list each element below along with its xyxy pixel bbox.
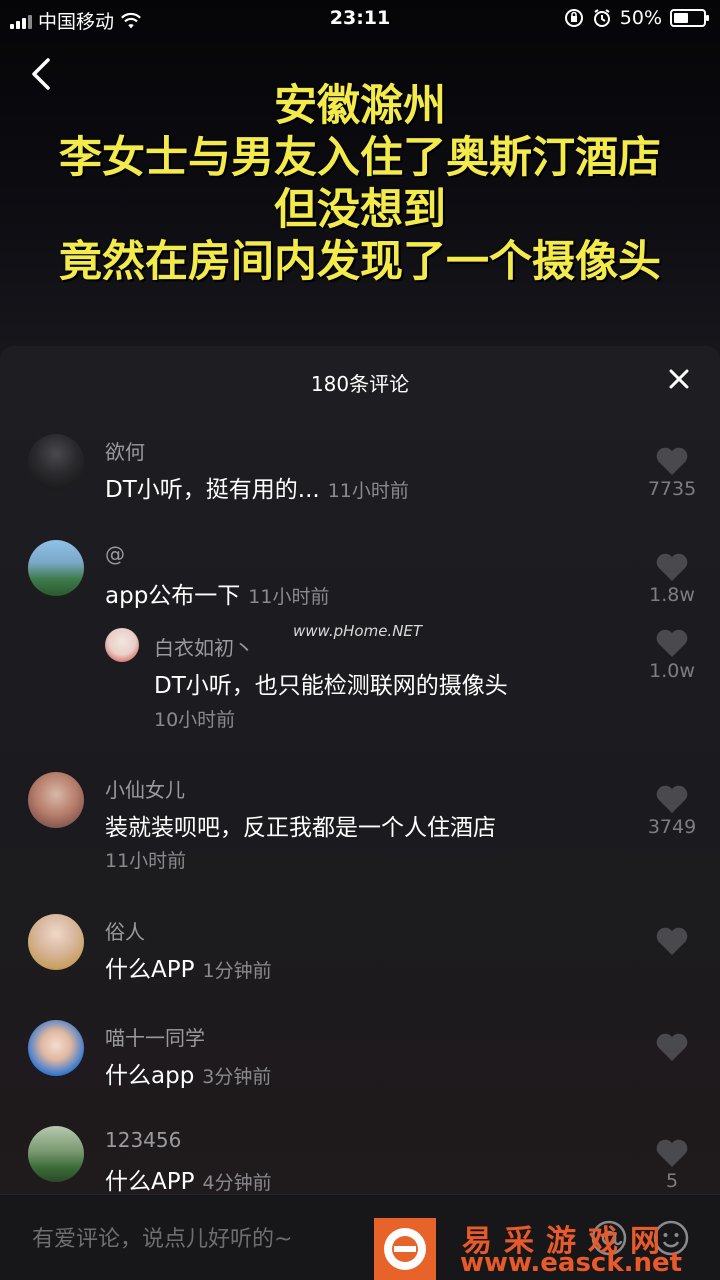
heart-icon bbox=[656, 553, 688, 581]
like-button[interactable]: 1.0w bbox=[640, 628, 704, 682]
comment-time: 4分钟前 bbox=[202, 1172, 272, 1194]
watermark-text: www.pHome.NET bbox=[293, 622, 423, 640]
video-headline: 安徽滁州 李女士与男友入住了奥斯汀酒店 但没想到 竟然在房间内发现了一个摄像头 bbox=[0, 80, 720, 288]
like-count: 1.8w bbox=[649, 584, 695, 606]
status-bar: 中国移动 23:11 50% bbox=[0, 0, 720, 38]
comment-username[interactable]: 俗人 bbox=[105, 916, 145, 945]
reply-time: 10小时前 bbox=[154, 709, 236, 731]
avatar[interactable] bbox=[28, 1126, 84, 1182]
comment-text[interactable]: DT小听，挺有用的... 11小时前 bbox=[105, 470, 409, 504]
avatar[interactable] bbox=[28, 772, 84, 828]
like-button[interactable] bbox=[640, 1032, 704, 1064]
site-logo bbox=[374, 1218, 436, 1280]
comments-panel: 180条评论 欲何 DT小听，挺有用的... 11小时前 7735 @ app公布… bbox=[0, 346, 720, 1280]
comment-text[interactable]: 什么app 3分钟前 bbox=[105, 1056, 271, 1090]
comment-username[interactable]: 小仙女儿 bbox=[105, 774, 185, 803]
comment-time: 11小时前 bbox=[327, 480, 409, 502]
comment-username[interactable]: 欲何 bbox=[105, 436, 145, 465]
like-count: 7735 bbox=[647, 478, 697, 500]
like-count: 5 bbox=[665, 1170, 679, 1192]
like-count: 1.0w bbox=[649, 660, 695, 682]
avatar[interactable] bbox=[28, 914, 84, 970]
comment-body: 什么APP bbox=[105, 957, 195, 983]
comment-body: DT小听，挺有用的... bbox=[105, 477, 320, 503]
avatar[interactable] bbox=[28, 540, 84, 596]
comment-username[interactable]: 喵十一同学 bbox=[105, 1022, 205, 1051]
status-right: 50% bbox=[564, 7, 709, 29]
battery-fill bbox=[674, 13, 688, 23]
comment-text[interactable]: 什么APP 4分钟前 bbox=[105, 1162, 272, 1196]
screen: 中国移动 23:11 50% 安徽滁州 李女士与男友入住了奥斯汀酒店 但没想到 … bbox=[0, 0, 720, 1280]
heart-icon bbox=[656, 1139, 688, 1167]
avatar[interactable] bbox=[28, 434, 84, 490]
like-button[interactable] bbox=[640, 926, 704, 958]
orientation-lock-icon bbox=[564, 9, 583, 27]
reply-avatar[interactable] bbox=[105, 628, 139, 662]
heart-icon bbox=[656, 629, 688, 657]
comment-time: 3分钟前 bbox=[202, 1066, 272, 1088]
avatar[interactable] bbox=[28, 1020, 84, 1076]
comment-time: 11小时前 bbox=[105, 850, 187, 872]
reply-username[interactable]: 白衣如初丶 bbox=[154, 632, 254, 661]
comment-input[interactable]: 有爱评论，说点儿好听的~ bbox=[32, 1221, 292, 1253]
comment-body: 什么app bbox=[105, 1063, 195, 1089]
site-url: www.easck.net bbox=[460, 1248, 683, 1278]
battery-percent: 50% bbox=[619, 7, 662, 29]
heart-icon bbox=[656, 785, 688, 813]
like-button[interactable]: 7735 bbox=[640, 446, 704, 500]
close-icon[interactable] bbox=[666, 366, 692, 392]
comment-username[interactable]: 123456 bbox=[105, 1128, 181, 1152]
alarm-icon bbox=[593, 9, 610, 27]
reply-text[interactable]: DT小听，也只能检测联网的摄像头 bbox=[154, 666, 508, 700]
headline-line: 竟然在房间内发现了一个摄像头 bbox=[59, 237, 661, 287]
like-button[interactable]: 3749 bbox=[640, 784, 704, 838]
comment-text[interactable]: app公布一下 11小时前 bbox=[105, 576, 329, 610]
heart-icon bbox=[656, 1033, 688, 1061]
headline-line: 但没想到 bbox=[274, 185, 446, 235]
comment-text[interactable]: 装就装呗吧，反正我都是一个人住酒店 bbox=[105, 808, 496, 842]
comment-body: app公布一下 bbox=[105, 583, 241, 609]
site-logo-icon bbox=[384, 1228, 426, 1270]
like-count: 3749 bbox=[647, 816, 697, 838]
comment-body: 什么APP bbox=[105, 1169, 195, 1195]
like-button[interactable]: 1.8w bbox=[640, 552, 704, 606]
headline-line: 李女士与男友入住了奥斯汀酒店 bbox=[59, 133, 661, 183]
battery-icon bbox=[670, 9, 709, 27]
heart-icon bbox=[656, 927, 688, 955]
comment-time: 11小时前 bbox=[248, 586, 330, 608]
comment-username[interactable]: @ bbox=[105, 542, 125, 566]
like-button[interactable]: 5 bbox=[640, 1138, 704, 1192]
heart-icon bbox=[656, 447, 688, 475]
comment-time: 1分钟前 bbox=[202, 960, 272, 982]
headline-line: 安徽滁州 bbox=[274, 81, 446, 131]
comment-text[interactable]: 什么APP 1分钟前 bbox=[105, 950, 272, 984]
comments-count-title: 180条评论 bbox=[310, 372, 410, 396]
